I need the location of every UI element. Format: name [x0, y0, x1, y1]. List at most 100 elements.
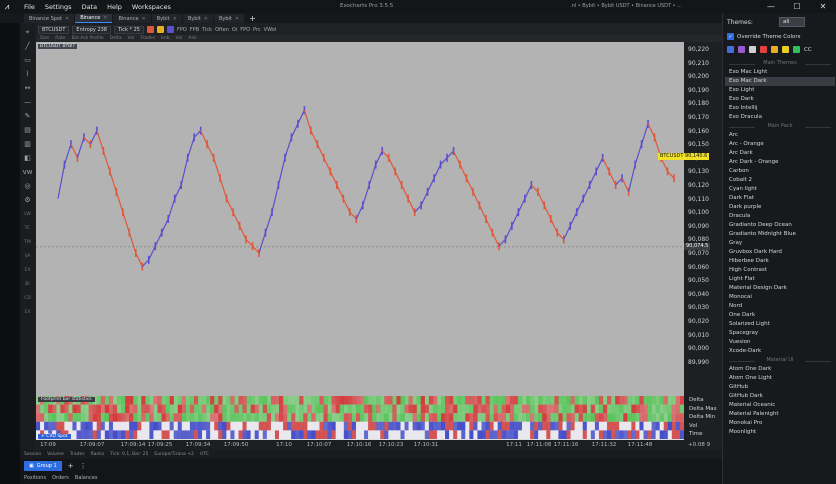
close-tab-icon[interactable]: ✕ [235, 16, 239, 22]
theme-list-item[interactable]: Xcode-Dark [725, 347, 835, 356]
indicator-toggle[interactable]: TC [22, 222, 33, 234]
theme-list-item[interactable]: Monokai Pro [725, 419, 835, 428]
sub-item[interactable]: Size [40, 36, 49, 41]
theme-list-item[interactable]: Exo Mac Light [725, 68, 835, 77]
close-tab-icon[interactable]: ✕ [103, 15, 107, 21]
theme-list-item[interactable]: Gradianto Deep Ocean [725, 221, 835, 230]
theme-list-item[interactable]: Dark Flat [725, 194, 835, 203]
theme-list-item[interactable]: Gray [725, 239, 835, 248]
theme-color-swatch[interactable] [749, 46, 756, 53]
tab-positions[interactable]: Positions [24, 475, 46, 481]
theme-color-swatch[interactable] [782, 46, 789, 53]
toolbar-item[interactable]: Prc [253, 27, 261, 33]
toolbar-item[interactable]: FPB [190, 27, 199, 33]
group-tab[interactable]: ▣ Group 1 [24, 460, 62, 471]
indicator-toggle[interactable]: VA [22, 250, 33, 262]
toolbar-item[interactable]: VWol [264, 27, 277, 33]
sub-item[interactable]: Ask [188, 36, 196, 41]
theme-list-item[interactable]: Light Flat [725, 275, 835, 284]
toolbar-item[interactable]: Tick [202, 27, 212, 33]
theme-filter-select[interactable]: all [779, 17, 805, 27]
add-group-button[interactable]: + [68, 462, 74, 470]
maximize-icon[interactable]: ☐ [784, 0, 810, 13]
menu-help[interactable]: Help [107, 3, 122, 11]
theme-list-item[interactable]: Arc Dark - Orange [725, 158, 835, 167]
indicator-toggle[interactable]: TM [22, 236, 33, 248]
theme-list-item[interactable]: Hiberbee Dark [725, 257, 835, 266]
menu-data[interactable]: Data [82, 3, 98, 11]
more-icon[interactable]: ⋮ [80, 462, 87, 470]
drawing-tool-icon[interactable]: ⌇ [22, 68, 33, 80]
override-colors-checkbox[interactable]: ✓ Override Theme Colors [727, 33, 801, 40]
timezone-select[interactable]: Europe/Tirana +2 [154, 452, 193, 457]
drawing-tool-icon[interactable]: vw [22, 166, 33, 178]
drawing-tool-icon[interactable]: ✎ [22, 110, 33, 122]
sub-item[interactable]: Imb [161, 36, 170, 41]
indicator-toggle[interactable]: LW [22, 208, 33, 220]
close-tab-icon[interactable]: ✕ [204, 16, 208, 22]
menu-workspaces[interactable]: Workspaces [132, 3, 171, 11]
theme-list-item[interactable]: Moonlight [725, 428, 835, 437]
indicator-toggle[interactable]: CD [22, 292, 33, 304]
toolbar-item[interactable]: FPO [240, 27, 250, 33]
theme-list-item[interactable]: Atom One Light [725, 374, 835, 383]
drawing-tool-icon[interactable]: ▭ [22, 54, 33, 66]
close-tab-icon[interactable]: ✕ [65, 16, 69, 22]
theme-list-item[interactable]: Arc [725, 131, 835, 140]
theme-list-item[interactable]: Exo Mac Dark [725, 77, 835, 86]
theme-list-item[interactable]: Monocai [725, 293, 835, 302]
theme-list-item[interactable]: Gradianto Midnight Blue [725, 230, 835, 239]
price-axis[interactable]: 90,220 90,210 90,200 90,190 90,180 90,170 90,1… [658, 42, 722, 396]
tab-bybit-2[interactable]: Bybit ✕ [182, 14, 213, 23]
theme-list-item[interactable]: Dark purple [725, 203, 835, 212]
tab-binance-active[interactable]: Binance ✕ [75, 14, 113, 23]
tab-binance[interactable]: Binance ✕ [113, 14, 151, 23]
theme-list-item[interactable]: Arc - Orange [725, 140, 835, 149]
tab-bybit-1[interactable]: Bybit ✕ [151, 14, 182, 23]
sub-item[interactable]: Rate [55, 36, 65, 41]
drawing-tool-icon[interactable]: ▥ [22, 138, 33, 150]
drawing-tool-icon[interactable]: ⌖ [22, 26, 33, 38]
drawing-tool-icon[interactable]: ╱ [22, 40, 33, 52]
indicator-toggle[interactable]: EX [22, 264, 33, 276]
drawing-tool-icon[interactable]: ⚙ [22, 194, 33, 206]
tab-binance-spot[interactable]: Binance Spot ✕ [24, 14, 75, 23]
drawing-tool-icon[interactable]: ↔ [22, 82, 33, 94]
sub-item[interactable]: Trades [140, 36, 155, 41]
price-chart[interactable]: BTCUSDT BYBIT [36, 42, 684, 396]
status-item[interactable]: Session [24, 452, 41, 457]
theme-list-item[interactable]: Dracula [725, 212, 835, 221]
cvd-spot-label[interactable]: + CVD Spot [38, 434, 71, 439]
theme-list-item[interactable]: Carbon [725, 167, 835, 176]
theme-list-item[interactable]: Spacegray [725, 329, 835, 338]
theme-list-item[interactable]: Gruvbox Dark Hard [725, 248, 835, 257]
theme-color-swatch[interactable] [793, 46, 800, 53]
footprint-statistics-panel[interactable]: Footprint bar statistics + CVD Spot [36, 396, 684, 440]
theme-list-item[interactable]: Exo Dark [725, 95, 835, 104]
theme-list-item[interactable]: GitHub [725, 383, 835, 392]
theme-color-swatch[interactable] [760, 46, 767, 53]
add-tab-button[interactable]: + [249, 14, 256, 23]
theme-color-swatch[interactable] [738, 46, 745, 53]
minimize-icon[interactable]: — [758, 0, 784, 13]
theme-list-item[interactable]: Exo Dracula [725, 113, 835, 122]
drawing-tool-icon[interactable]: ◧ [22, 152, 33, 164]
theme-list-item[interactable]: High Contrast [725, 266, 835, 275]
close-tab-icon[interactable]: ✕ [142, 16, 146, 22]
symbol-select[interactable]: BTCUSDT [38, 25, 70, 34]
drawing-tool-icon[interactable]: — [22, 96, 33, 108]
sub-item[interactable]: Delta [110, 36, 122, 41]
indicator-flag-icon[interactable] [166, 26, 174, 33]
tab-orders[interactable]: Orders [52, 475, 69, 481]
menu-file[interactable]: File [24, 3, 35, 11]
close-tab-icon[interactable]: ✕ [173, 16, 177, 22]
theme-list-item[interactable]: Material Palenight [725, 410, 835, 419]
close-icon[interactable]: ✕ [810, 0, 836, 13]
sub-item[interactable]: Vol [128, 36, 135, 41]
theme-list-item[interactable]: Cyan light [725, 185, 835, 194]
theme-list-item[interactable]: GitHub Dark [725, 392, 835, 401]
theme-list-item[interactable]: Exo Light [725, 86, 835, 95]
sub-item[interactable]: Vol [176, 36, 183, 41]
indicator-toggle[interactable]: BI [22, 278, 33, 290]
theme-list-item[interactable]: Exo Intellij [725, 104, 835, 113]
